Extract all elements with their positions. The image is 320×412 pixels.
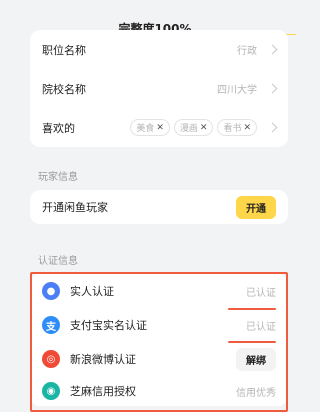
close-icon[interactable]: ✕	[156, 123, 164, 133]
tag-label: 看书	[223, 124, 242, 134]
tag-list: 美食 ✕ 漫画 ✕ 看书 ✕	[130, 119, 257, 136]
close-icon[interactable]: ✕	[243, 123, 251, 133]
profile-card: 职位名称 行政 院校名称 四川大学 喜欢的 美食 ✕ 漫画 ✕ 看书 ✕	[30, 30, 288, 147]
row-label: 院校名称	[42, 82, 86, 96]
section-title-verify: 认证信息	[38, 256, 78, 267]
section-title-player: 玩家信息	[38, 172, 78, 183]
tag[interactable]: 看书 ✕	[217, 119, 257, 136]
open-button[interactable]: 开通	[236, 195, 276, 219]
row-value: 行政	[237, 46, 257, 57]
chevron-right-icon	[267, 122, 278, 133]
player-card: 开通闲鱼玩家 开通	[30, 190, 288, 224]
chevron-right-icon	[267, 44, 278, 55]
player-row: 开通闲鱼玩家 开通	[30, 190, 288, 224]
chevron-right-icon	[267, 83, 278, 94]
tag-label: 美食	[136, 124, 155, 134]
row-label: 职位名称	[42, 43, 86, 57]
profile-row-school[interactable]: 院校名称 四川大学	[30, 69, 288, 108]
row-label: 开通闲鱼玩家	[42, 201, 108, 214]
highlight-underline	[228, 341, 276, 343]
highlight-underline	[228, 308, 276, 310]
tag[interactable]: 美食 ✕	[130, 119, 170, 136]
row-label: 喜欢的	[42, 121, 75, 135]
tag[interactable]: 漫画 ✕	[173, 119, 214, 136]
row-value: 四川大学	[217, 85, 257, 96]
profile-row-position[interactable]: 职位名称 行政	[30, 30, 288, 69]
tag-label: 漫画	[179, 124, 198, 134]
profile-row-likes[interactable]: 喜欢的 美食 ✕ 漫画 ✕ 看书 ✕	[30, 108, 288, 147]
close-icon[interactable]: ✕	[200, 123, 208, 133]
